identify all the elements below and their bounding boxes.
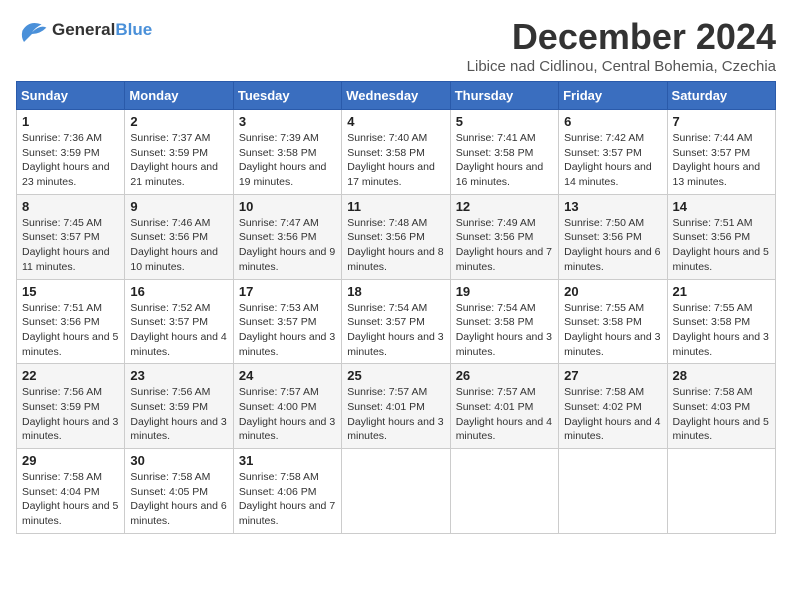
day-9: 9 Sunrise: 7:46 AMSunset: 3:56 PMDayligh… xyxy=(125,194,233,279)
calendar-week-4: 22 Sunrise: 7:56 AMSunset: 3:59 PMDaylig… xyxy=(17,364,776,449)
calendar-table: Sunday Monday Tuesday Wednesday Thursday… xyxy=(16,81,776,534)
day-10: 10 Sunrise: 7:47 AMSunset: 3:56 PMDaylig… xyxy=(233,194,341,279)
day-27: 27 Sunrise: 7:58 AMSunset: 4:02 PMDaylig… xyxy=(559,364,667,449)
logo: GeneralBlue xyxy=(16,16,152,44)
header-thursday: Thursday xyxy=(450,82,558,110)
day-16: 16 Sunrise: 7:52 AMSunset: 3:57 PMDaylig… xyxy=(125,279,233,364)
day-31: 31 Sunrise: 7:58 AMSunset: 4:06 PMDaylig… xyxy=(233,449,341,534)
logo-icon xyxy=(16,16,48,44)
calendar-week-5: 29 Sunrise: 7:58 AMSunset: 4:04 PMDaylig… xyxy=(17,449,776,534)
day-17: 17 Sunrise: 7:53 AMSunset: 3:57 PMDaylig… xyxy=(233,279,341,364)
header-wednesday: Wednesday xyxy=(342,82,450,110)
empty-cell-4 xyxy=(667,449,775,534)
empty-cell-2 xyxy=(450,449,558,534)
title-block: December 2024 Libice nad Cidlinou, Centr… xyxy=(467,16,776,75)
calendar-week-2: 8 Sunrise: 7:45 AMSunset: 3:57 PMDayligh… xyxy=(17,194,776,279)
day-2: 2 Sunrise: 7:37 AMSunset: 3:59 PMDayligh… xyxy=(125,110,233,195)
header-saturday: Saturday xyxy=(667,82,775,110)
day-19: 19 Sunrise: 7:54 AMSunset: 3:58 PMDaylig… xyxy=(450,279,558,364)
calendar-header-row: Sunday Monday Tuesday Wednesday Thursday… xyxy=(17,82,776,110)
header-sunday: Sunday xyxy=(17,82,125,110)
header-monday: Monday xyxy=(125,82,233,110)
day-4: 4 Sunrise: 7:40 AMSunset: 3:58 PMDayligh… xyxy=(342,110,450,195)
day-12: 12 Sunrise: 7:49 AMSunset: 3:56 PMDaylig… xyxy=(450,194,558,279)
day-18: 18 Sunrise: 7:54 AMSunset: 3:57 PMDaylig… xyxy=(342,279,450,364)
calendar-week-3: 15 Sunrise: 7:51 AMSunset: 3:56 PMDaylig… xyxy=(17,279,776,364)
month-title: December 2024 xyxy=(467,16,776,58)
day-29: 29 Sunrise: 7:58 AMSunset: 4:04 PMDaylig… xyxy=(17,449,125,534)
empty-cell-1 xyxy=(342,449,450,534)
calendar-week-1: 1 Sunrise: 7:36 AMSunset: 3:59 PMDayligh… xyxy=(17,110,776,195)
empty-cell-3 xyxy=(559,449,667,534)
header-tuesday: Tuesday xyxy=(233,82,341,110)
day-6: 6 Sunrise: 7:42 AMSunset: 3:57 PMDayligh… xyxy=(559,110,667,195)
location-subtitle: Libice nad Cidlinou, Central Bohemia, Cz… xyxy=(467,58,776,75)
header-friday: Friday xyxy=(559,82,667,110)
day-28: 28 Sunrise: 7:58 AMSunset: 4:03 PMDaylig… xyxy=(667,364,775,449)
day-15: 15 Sunrise: 7:51 AMSunset: 3:56 PMDaylig… xyxy=(17,279,125,364)
day-3: 3 Sunrise: 7:39 AMSunset: 3:58 PMDayligh… xyxy=(233,110,341,195)
day-30: 30 Sunrise: 7:58 AMSunset: 4:05 PMDaylig… xyxy=(125,449,233,534)
day-1: 1 Sunrise: 7:36 AMSunset: 3:59 PMDayligh… xyxy=(17,110,125,195)
day-22: 22 Sunrise: 7:56 AMSunset: 3:59 PMDaylig… xyxy=(17,364,125,449)
day-7: 7 Sunrise: 7:44 AMSunset: 3:57 PMDayligh… xyxy=(667,110,775,195)
day-8: 8 Sunrise: 7:45 AMSunset: 3:57 PMDayligh… xyxy=(17,194,125,279)
day-5: 5 Sunrise: 7:41 AMSunset: 3:58 PMDayligh… xyxy=(450,110,558,195)
day-14: 14 Sunrise: 7:51 AMSunset: 3:56 PMDaylig… xyxy=(667,194,775,279)
day-20: 20 Sunrise: 7:55 AMSunset: 3:58 PMDaylig… xyxy=(559,279,667,364)
day-23: 23 Sunrise: 7:56 AMSunset: 3:59 PMDaylig… xyxy=(125,364,233,449)
day-21: 21 Sunrise: 7:55 AMSunset: 3:58 PMDaylig… xyxy=(667,279,775,364)
day-24: 24 Sunrise: 7:57 AMSunset: 4:00 PMDaylig… xyxy=(233,364,341,449)
logo-text: GeneralBlue xyxy=(52,20,152,40)
page-header: GeneralBlue December 2024 Libice nad Cid… xyxy=(16,16,776,75)
day-26: 26 Sunrise: 7:57 AMSunset: 4:01 PMDaylig… xyxy=(450,364,558,449)
day-25: 25 Sunrise: 7:57 AMSunset: 4:01 PMDaylig… xyxy=(342,364,450,449)
day-11: 11 Sunrise: 7:48 AMSunset: 3:56 PMDaylig… xyxy=(342,194,450,279)
day-13: 13 Sunrise: 7:50 AMSunset: 3:56 PMDaylig… xyxy=(559,194,667,279)
